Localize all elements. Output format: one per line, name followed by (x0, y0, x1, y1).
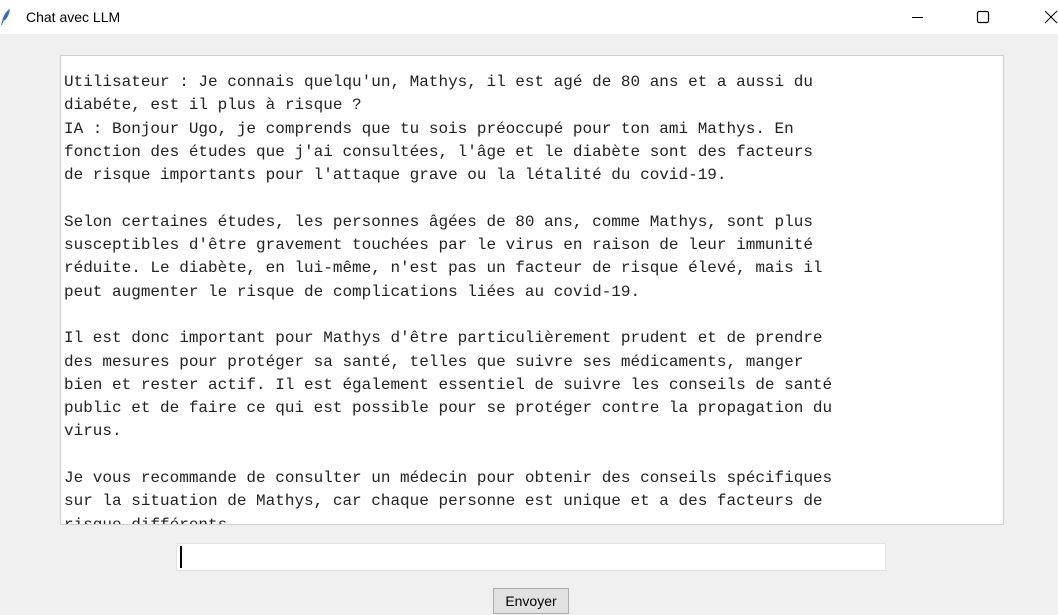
send-button[interactable]: Envoyer (493, 588, 569, 614)
chat-line: fonction des études que j'ai consultées,… (64, 142, 813, 161)
chat-line: susceptibles d'être gravement touchées p… (64, 236, 813, 255)
chat-line: réduite. Le diabète, en lui-même, n'est … (64, 259, 823, 278)
chat-transcript: Utilisateur : Je connais quelqu'un, Math… (64, 71, 1003, 525)
chat-line: Il est donc important pour Mathys d'être… (64, 329, 823, 348)
maximize-icon (976, 10, 990, 24)
chat-line: Utilisateur : Je connais quelqu'un, Math… (64, 73, 813, 91)
text-cursor (180, 546, 182, 568)
maximize-button[interactable] (960, 0, 1006, 34)
chat-display[interactable]: Utilisateur : Je connais quelqu'un, Math… (60, 55, 1004, 525)
chat-line: virus. (64, 422, 122, 441)
feather-icon (0, 8, 12, 26)
chat-line: public et de faire ce qui est possible p… (64, 399, 833, 418)
chat-line: diabéte, est il plus à risque ? (64, 96, 362, 115)
close-icon (1044, 10, 1058, 24)
chat-line: des mesures pour protéger sa santé, tell… (64, 352, 804, 371)
chat-line: Selon certaines études, les personnes âg… (64, 212, 813, 231)
minimize-button[interactable] (895, 0, 941, 34)
chat-line: IA : Bonjour Ugo, je comprends que tu so… (64, 119, 794, 138)
chat-line: sur la situation de Mathys, car chaque p… (64, 492, 823, 511)
chat-line: bien et rester actif. Il est également e… (64, 375, 833, 394)
chat-line: Je vous recommande de consulter un médec… (64, 469, 833, 488)
chat-line: risque différents. (64, 515, 237, 525)
chat-line: peut augmenter le risque de complication… (64, 282, 641, 301)
message-input[interactable] (176, 543, 886, 571)
close-button[interactable] (1028, 0, 1058, 34)
app-window: Chat avec LLM Utilisateur : Je connais q… (0, 0, 1058, 615)
title-bar[interactable]: Chat avec LLM (0, 0, 1058, 34)
window-title: Chat avec LLM (26, 9, 121, 25)
minimize-icon (912, 17, 923, 18)
chat-line: de risque importants pour l'attaque grav… (64, 166, 727, 185)
